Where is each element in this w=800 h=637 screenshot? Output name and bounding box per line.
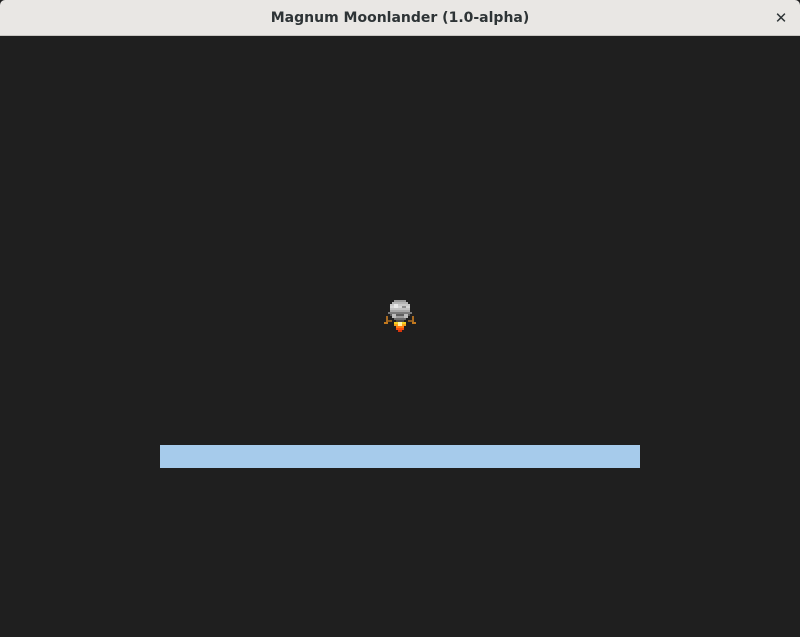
app-window: Magnum Moonlander (1.0-alpha) ✕	[0, 0, 800, 637]
lunar-lander-sprite	[384, 300, 416, 332]
game-viewport[interactable]	[0, 36, 800, 637]
close-button[interactable]: ✕	[770, 7, 792, 29]
close-icon: ✕	[774, 9, 788, 27]
landing-pad	[160, 445, 640, 468]
window-title: Magnum Moonlander (1.0-alpha)	[270, 10, 530, 26]
title-bar[interactable]: Magnum Moonlander (1.0-alpha) ✕	[0, 0, 800, 36]
